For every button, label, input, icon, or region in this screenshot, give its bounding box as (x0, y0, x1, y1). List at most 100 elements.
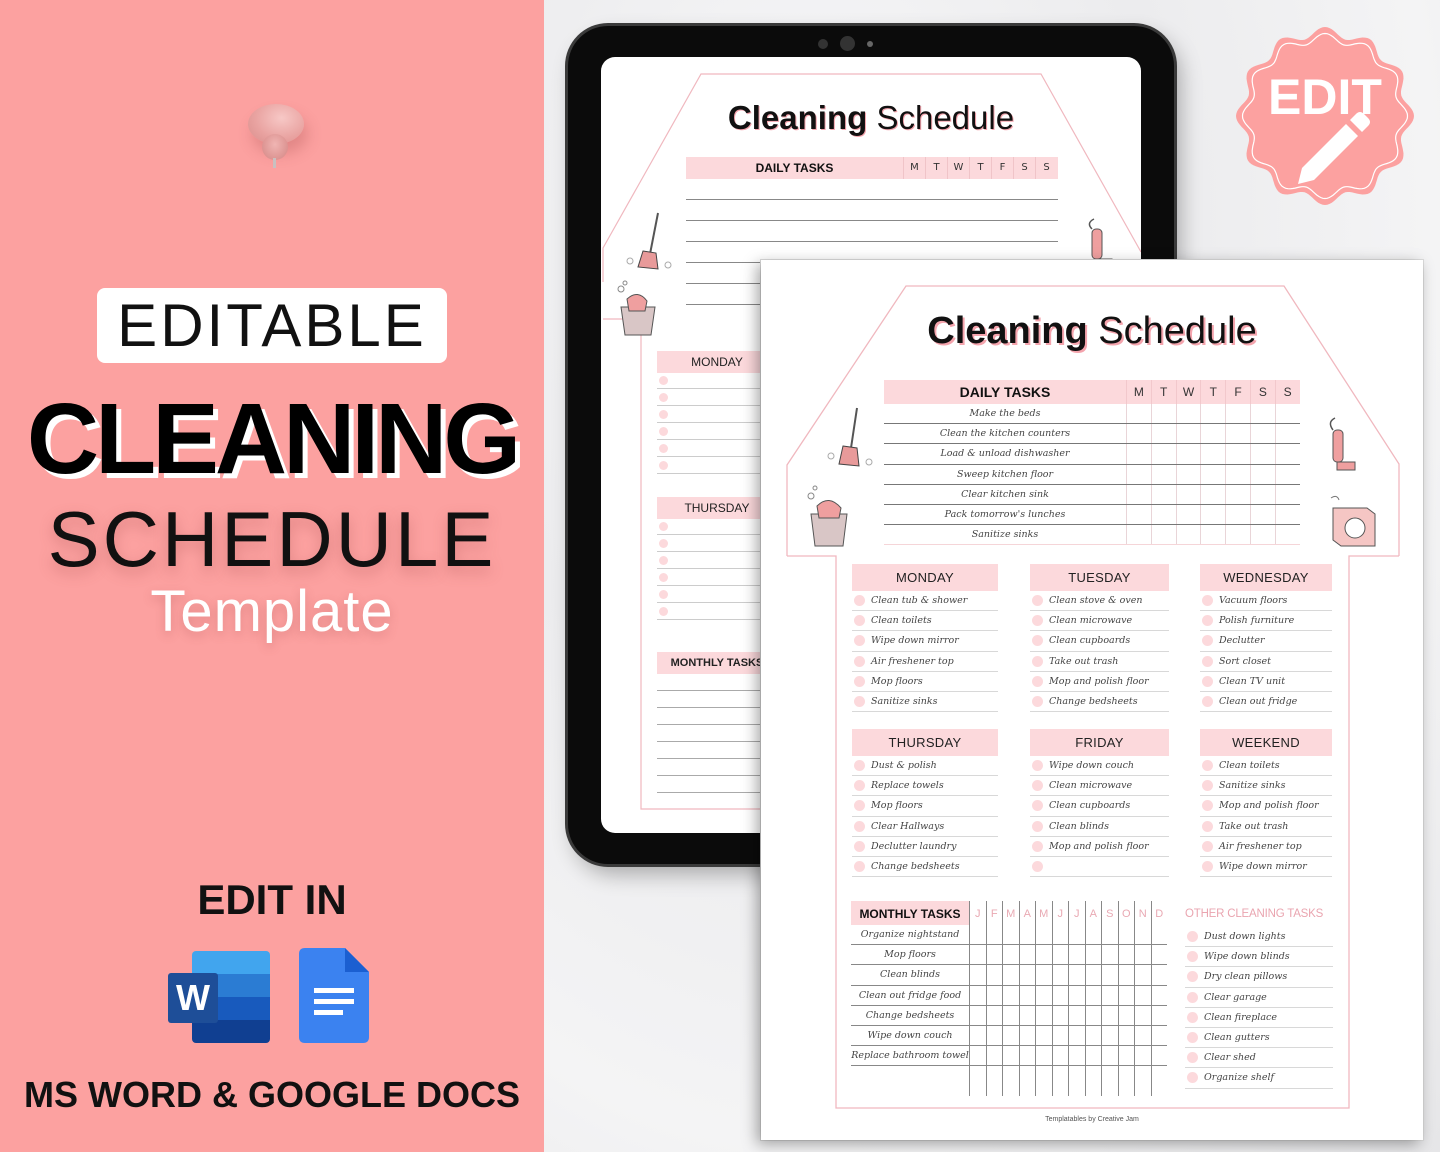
day-check-cell[interactable] (1274, 444, 1300, 464)
day-check-cell[interactable] (1126, 424, 1151, 444)
day-check-cell[interactable] (1126, 484, 1151, 504)
month-check-cell[interactable] (985, 1025, 1003, 1046)
month-check-cell[interactable] (1051, 1066, 1069, 1097)
day-check-cell[interactable] (1225, 525, 1250, 545)
month-check-cell[interactable] (1117, 1005, 1135, 1025)
month-check-cell[interactable] (1150, 1046, 1168, 1066)
checkbox-dot-icon[interactable] (854, 800, 865, 812)
checkbox-dot-icon[interactable] (1202, 760, 1213, 772)
month-check-cell[interactable] (1018, 925, 1036, 945)
month-check-cell[interactable] (1117, 945, 1135, 965)
checkbox-dot-icon[interactable] (854, 820, 865, 832)
month-check-cell[interactable] (1018, 1005, 1036, 1025)
day-check-cell[interactable] (1249, 404, 1275, 424)
month-check-cell[interactable] (1101, 1046, 1118, 1066)
month-check-cell[interactable] (969, 945, 986, 965)
day-check-cell[interactable] (1274, 525, 1300, 545)
checkbox-dot-icon[interactable] (1032, 840, 1043, 852)
checkbox-dot-icon[interactable] (1202, 675, 1213, 687)
checkbox-dot-icon[interactable] (1032, 780, 1043, 792)
checkbox-dot-icon[interactable] (1202, 615, 1213, 627)
month-check-cell[interactable] (1002, 1066, 1019, 1097)
day-check-cell[interactable] (1175, 444, 1201, 464)
checkbox-dot-icon[interactable] (1202, 655, 1213, 667)
checkbox-dot-icon[interactable] (854, 595, 865, 607)
day-check-cell[interactable] (1274, 504, 1300, 525)
checkbox-dot-icon[interactable] (1187, 991, 1198, 1003)
checkbox-dot-icon[interactable] (1202, 820, 1213, 832)
month-check-cell[interactable] (1084, 925, 1102, 945)
checkbox-dot-icon[interactable] (1187, 1011, 1198, 1023)
checkbox-dot-icon[interactable] (1032, 615, 1043, 627)
month-check-cell[interactable] (1002, 925, 1019, 945)
day-check-cell[interactable] (1126, 444, 1151, 464)
month-check-cell[interactable] (1101, 1025, 1118, 1046)
month-check-cell[interactable] (1134, 965, 1151, 985)
month-check-cell[interactable] (1068, 1046, 1085, 1066)
day-check-cell[interactable] (1175, 424, 1201, 444)
month-check-cell[interactable] (1051, 985, 1069, 1005)
checkbox-dot-icon[interactable] (1032, 760, 1043, 772)
day-check-cell[interactable] (1249, 484, 1275, 504)
month-check-cell[interactable] (1018, 965, 1036, 985)
day-check-cell[interactable] (1126, 464, 1151, 484)
month-check-cell[interactable] (1134, 925, 1151, 945)
month-check-cell[interactable] (1068, 1066, 1085, 1097)
month-check-cell[interactable] (1101, 1066, 1118, 1097)
day-check-cell[interactable] (1225, 464, 1250, 484)
month-check-cell[interactable] (985, 925, 1003, 945)
month-check-cell[interactable] (1117, 1066, 1135, 1097)
month-check-cell[interactable] (985, 965, 1003, 985)
month-check-cell[interactable] (1002, 1046, 1019, 1066)
checkbox-dot-icon[interactable] (1032, 820, 1043, 832)
month-check-cell[interactable] (1068, 1025, 1085, 1046)
day-check-cell[interactable] (1200, 444, 1225, 464)
month-check-cell[interactable] (1068, 965, 1085, 985)
day-check-cell[interactable] (1150, 484, 1176, 504)
month-check-cell[interactable] (1035, 1025, 1052, 1046)
checkbox-dot-icon[interactable] (854, 840, 865, 852)
day-check-cell[interactable] (1249, 525, 1275, 545)
month-check-cell[interactable] (1084, 1066, 1102, 1097)
day-check-cell[interactable] (1225, 484, 1250, 504)
month-check-cell[interactable] (1035, 925, 1052, 945)
checkbox-dot-icon[interactable] (1032, 655, 1043, 667)
checkbox-dot-icon[interactable] (1032, 595, 1043, 607)
day-check-cell[interactable] (1126, 504, 1151, 525)
month-check-cell[interactable] (1117, 985, 1135, 1005)
month-check-cell[interactable] (969, 985, 986, 1005)
month-check-cell[interactable] (1134, 1046, 1151, 1066)
day-check-cell[interactable] (1200, 504, 1225, 525)
month-check-cell[interactable] (1018, 1066, 1036, 1097)
month-check-cell[interactable] (1150, 985, 1168, 1005)
month-check-cell[interactable] (1051, 925, 1069, 945)
month-check-cell[interactable] (1002, 1005, 1019, 1025)
day-check-cell[interactable] (1175, 464, 1201, 484)
day-check-cell[interactable] (1200, 404, 1225, 424)
month-check-cell[interactable] (1084, 945, 1102, 965)
month-check-cell[interactable] (1084, 1025, 1102, 1046)
day-check-cell[interactable] (1150, 404, 1176, 424)
day-check-cell[interactable] (1200, 484, 1225, 504)
month-check-cell[interactable] (1084, 1005, 1102, 1025)
day-check-cell[interactable] (1200, 464, 1225, 484)
month-check-cell[interactable] (1134, 985, 1151, 1005)
month-check-cell[interactable] (1101, 985, 1118, 1005)
day-check-cell[interactable] (1126, 404, 1151, 424)
day-check-cell[interactable] (1249, 444, 1275, 464)
month-check-cell[interactable] (1035, 1046, 1052, 1066)
checkbox-dot-icon[interactable] (854, 635, 865, 647)
checkbox-dot-icon[interactable] (1032, 861, 1043, 873)
checkbox-dot-icon[interactable] (1202, 800, 1213, 812)
day-check-cell[interactable] (1249, 464, 1275, 484)
month-check-cell[interactable] (969, 965, 986, 985)
month-check-cell[interactable] (1101, 965, 1118, 985)
day-check-cell[interactable] (1175, 504, 1201, 525)
checkbox-dot-icon[interactable] (854, 615, 865, 627)
month-check-cell[interactable] (985, 1005, 1003, 1025)
month-check-cell[interactable] (1150, 1066, 1168, 1097)
checkbox-dot-icon[interactable] (854, 780, 865, 792)
day-check-cell[interactable] (1175, 525, 1201, 545)
month-check-cell[interactable] (985, 1046, 1003, 1066)
month-check-cell[interactable] (1101, 1005, 1118, 1025)
